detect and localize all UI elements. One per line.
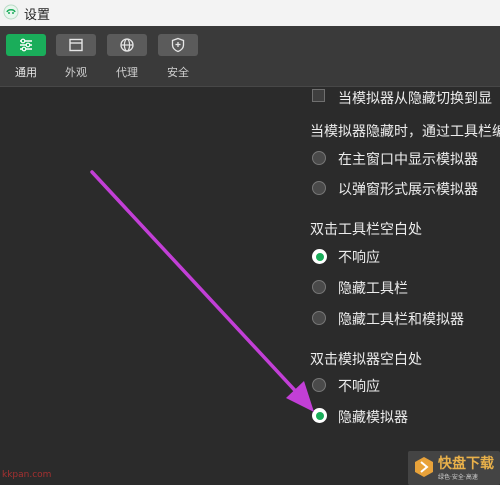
- watermark-right: 快盘下载 绿色·安全·高速: [408, 451, 500, 485]
- option-show-as-popup: 以弹窗形式展示模拟器: [338, 182, 478, 198]
- layout-icon: [56, 34, 96, 56]
- tab-appearance-label: 外观: [65, 66, 87, 79]
- shield-icon: [158, 34, 198, 56]
- sliders-icon: [6, 34, 46, 56]
- watermark-sub: 绿色·安全·高速: [438, 474, 478, 481]
- tab-proxy-label: 代理: [116, 66, 138, 79]
- app-logo-icon: [3, 4, 19, 20]
- settings-toolbar: 通用 外观 代理 安全: [0, 26, 500, 87]
- radio-hide-toolbar-and-simulator[interactable]: [312, 311, 326, 325]
- title-bar: 设置: [0, 0, 500, 27]
- tab-appearance[interactable]: 外观: [54, 34, 98, 80]
- tab-general[interactable]: 通用: [4, 34, 48, 80]
- window-title: 设置: [24, 8, 51, 23]
- hidden-group-label: 当模拟器隐藏时，通过工具栏编: [310, 124, 500, 140]
- radio-toolbar-no-response[interactable]: [312, 249, 327, 264]
- radio-hide-simulator[interactable]: [312, 408, 327, 423]
- option-hide-toolbar-and-simulator: 隐藏工具栏和模拟器: [338, 312, 464, 328]
- switch-display-checkbox[interactable]: [312, 89, 325, 102]
- globe-icon: [107, 34, 147, 56]
- option-toolbar-no-response: 不响应: [338, 250, 380, 266]
- watermark-brand: 快盘下载: [438, 456, 494, 472]
- option-simulator-no-response: 不响应: [338, 379, 380, 395]
- tab-security-label: 安全: [167, 66, 189, 79]
- radio-show-in-main-window[interactable]: [312, 151, 326, 165]
- tab-security[interactable]: 安全: [156, 34, 200, 80]
- option-hide-simulator: 隐藏模拟器: [338, 410, 408, 426]
- tab-proxy[interactable]: 代理: [105, 34, 149, 80]
- radio-simulator-no-response[interactable]: [312, 378, 326, 392]
- tab-general-label: 通用: [15, 66, 37, 79]
- simulator-dblclick-label: 双击模拟器空白处: [310, 352, 422, 368]
- option-show-in-main-window: 在主窗口中显示模拟器: [338, 152, 478, 168]
- brand-logo-icon: [415, 457, 433, 477]
- toolbar-dblclick-label: 双击工具栏空白处: [310, 222, 422, 238]
- switch-display-label: 当模拟器从隐藏切换到显: [338, 91, 492, 107]
- option-hide-toolbar: 隐藏工具栏: [338, 281, 408, 297]
- watermark-left: kkpan.com: [2, 470, 52, 480]
- radio-show-as-popup[interactable]: [312, 181, 326, 195]
- radio-hide-toolbar[interactable]: [312, 280, 326, 294]
- settings-panel: 当模拟器从隐藏切换到显 当模拟器隐藏时，通过工具栏编 在主窗口中显示模拟器 以弹…: [0, 87, 500, 485]
